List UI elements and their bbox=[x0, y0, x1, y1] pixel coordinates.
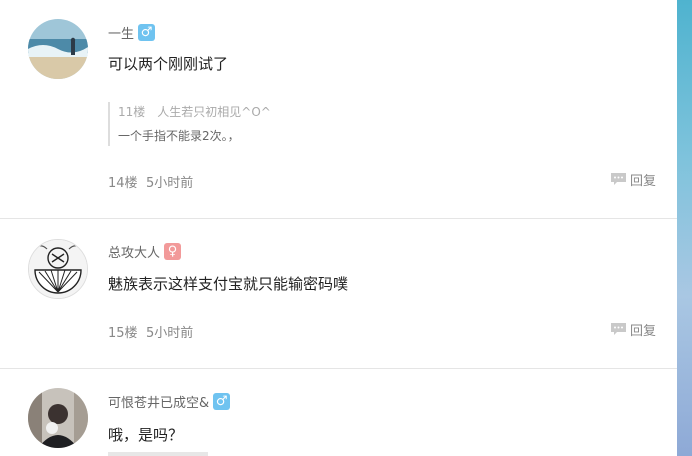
username[interactable]: 总攻大人 bbox=[108, 242, 160, 261]
reply-label: 回复 bbox=[629, 174, 656, 189]
comment-item: 可恨苍井已成空& ♂ 哦，是吗？ bbox=[0, 369, 677, 456]
speech-bubble-icon bbox=[610, 323, 626, 335]
username[interactable]: 一生 bbox=[108, 23, 134, 42]
page-edge-gradient bbox=[677, 0, 692, 456]
male-symbol-icon: ♂ bbox=[138, 23, 156, 41]
female-symbol-icon: ♀ bbox=[164, 242, 182, 260]
avatar-person-image bbox=[28, 388, 88, 448]
timestamp: 5小时前 bbox=[146, 326, 194, 341]
username[interactable]: 可恨苍井已成空& bbox=[108, 392, 209, 411]
comment-text: 可以两个刚刚试了 bbox=[108, 55, 229, 73]
user-row: 总攻大人 ♀ bbox=[108, 241, 182, 261]
quote-floor: 11楼 bbox=[118, 105, 146, 119]
comment-text: 哦，是吗？ bbox=[108, 426, 184, 444]
comment-footer: 14楼 5小时前 回复 bbox=[108, 170, 656, 191]
comment-item: 一生 ♂ 可以两个刚刚试了 11楼 人生若只初相见^O^ 一个手指不能录2次。， … bbox=[0, 0, 677, 219]
avatar-fan-image bbox=[29, 240, 87, 298]
floor-number: 15楼 bbox=[108, 326, 138, 341]
avatar[interactable] bbox=[28, 239, 88, 299]
reply-button[interactable]: 回复 bbox=[610, 320, 656, 339]
avatar[interactable] bbox=[28, 388, 88, 448]
user-row: 一生 ♂ bbox=[108, 22, 156, 42]
quoted-comment: 11楼 人生若只初相见^O^ 一个手指不能录2次。， bbox=[108, 102, 271, 146]
comment-list-page: 一生 ♂ 可以两个刚刚试了 11楼 人生若只初相见^O^ 一个手指不能录2次。， … bbox=[0, 0, 692, 456]
quoted-comment-partial bbox=[108, 452, 208, 456]
avatar-beach-image bbox=[28, 19, 88, 79]
quote-text: 一个手指不能录2次。， bbox=[118, 129, 240, 143]
user-row: 可恨苍井已成空& ♂ bbox=[108, 391, 231, 411]
comment-text: 魅族表示这样支付宝就只能输密码噗 bbox=[108, 275, 349, 293]
quote-author[interactable]: 人生若只初相见^O^ bbox=[157, 105, 271, 119]
floor-number: 14楼 bbox=[108, 176, 138, 191]
timestamp: 5小时前 bbox=[146, 176, 194, 191]
comment-footer: 15楼 5小时前 回复 bbox=[108, 320, 656, 341]
avatar[interactable] bbox=[28, 19, 88, 79]
comment-item: 总攻大人 ♀ 魅族表示这样支付宝就只能输密码噗 15楼 5小时前 回复 bbox=[0, 219, 677, 369]
male-symbol-icon: ♂ bbox=[213, 392, 231, 410]
speech-bubble-icon bbox=[610, 173, 626, 185]
reply-label: 回复 bbox=[629, 324, 656, 339]
reply-button[interactable]: 回复 bbox=[610, 170, 656, 189]
